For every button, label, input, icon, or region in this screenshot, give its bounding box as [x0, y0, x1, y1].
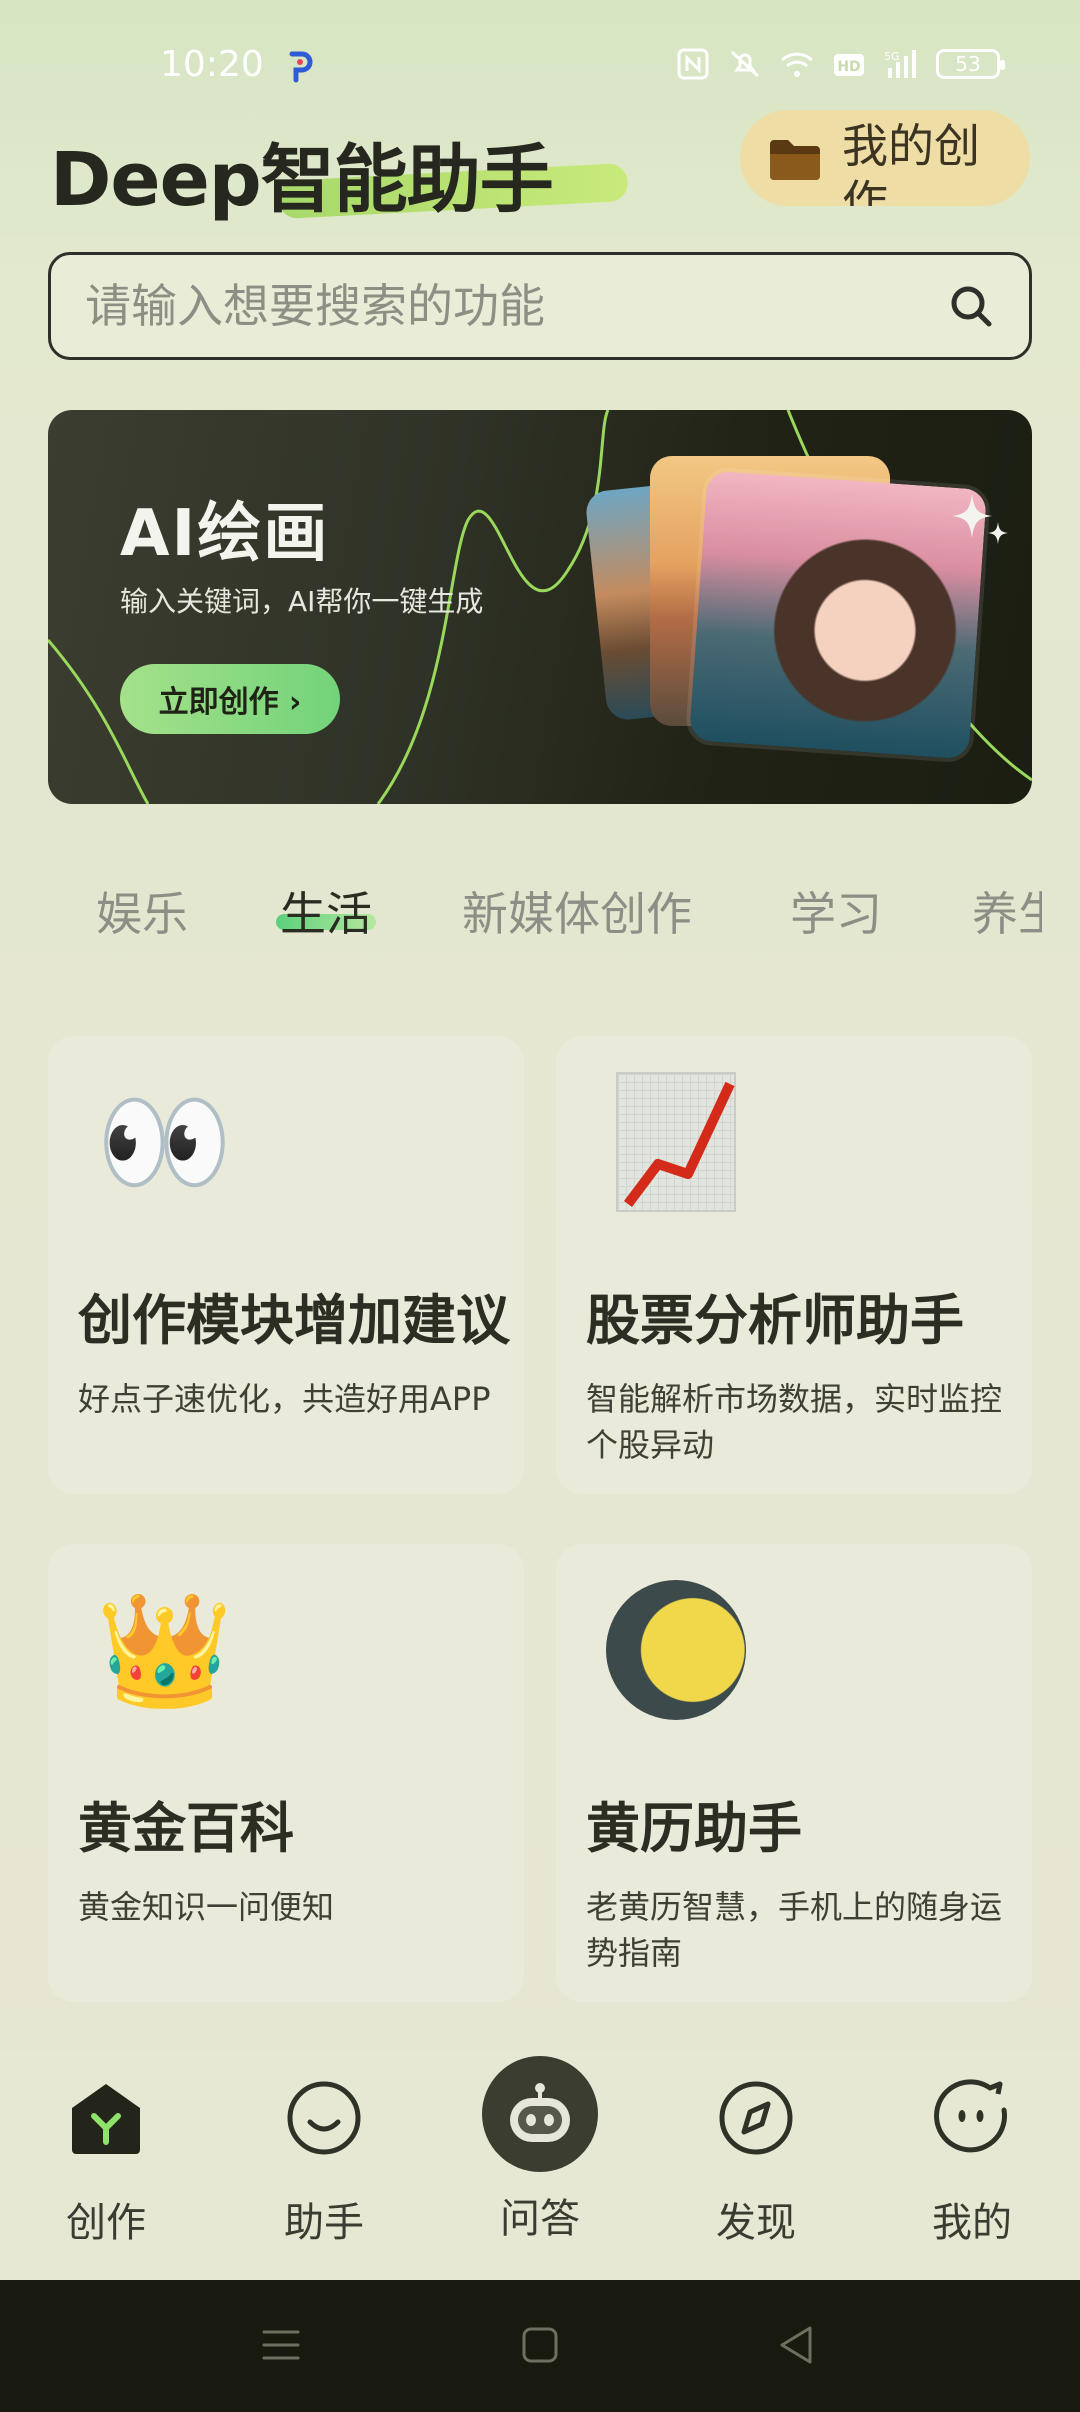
card-title: 股票分析师助手 [586, 1289, 964, 1352]
app-logo: Deep智能助手 [50, 120, 629, 223]
home-icon[interactable] [515, 2320, 565, 2370]
status-time: 10:20 [160, 44, 264, 85]
card-title: 黄金百科 [78, 1797, 294, 1860]
nav-label: 我的 [932, 2200, 1012, 2246]
compass-icon [719, 2081, 793, 2155]
search-input[interactable] [85, 279, 947, 333]
tab-life[interactable]: 生活 [280, 878, 372, 944]
robot-icon[interactable] [482, 2056, 598, 2172]
tab-health[interactable]: 养生 [972, 878, 1042, 944]
nav-mine[interactable]: 我的 [902, 2078, 1042, 2248]
smile-icon [287, 2081, 361, 2155]
signal-5g-icon: 5G [884, 50, 916, 78]
nav-label: 问答 [500, 2196, 580, 2242]
feature-card-suggestions[interactable]: 👀 创作模块增加建议 好点子速优化，共造好用APP [48, 1036, 524, 1494]
card-description: 老黄历智慧，手机上的随身运势指南 [586, 1888, 1003, 1972]
svg-text:5G: 5G [884, 50, 900, 63]
my-creations-label: 我的创作 [842, 119, 980, 206]
banner-image-portrait [688, 470, 988, 760]
app-logo-text: Deep智能助手 [50, 137, 554, 223]
banner-title: AI绘画 [120, 497, 330, 571]
system-navigation-bar [0, 2280, 1080, 2412]
menu-icon[interactable] [256, 2320, 306, 2370]
tab-new-media[interactable]: 新媒体创作 [462, 878, 692, 944]
feature-card-gold-wiki[interactable]: 👑 黄金百科 黄金知识一问便知 [48, 1544, 524, 2002]
card-description: 智能解析市场数据，实时监控个股异动 [586, 1380, 1003, 1464]
profile-face-icon [934, 2079, 1007, 2153]
folder-icon [770, 140, 820, 180]
battery-icon: 53 [936, 49, 1005, 79]
mute-icon [730, 50, 760, 78]
back-icon[interactable] [772, 2320, 822, 2370]
feature-card-stock-analyst[interactable]: 股票分析师助手 智能解析市场数据，实时监控个股异动 [556, 1036, 1032, 1494]
banner-subtitle: 输入关键词，AI帮你一键生成 [120, 585, 484, 618]
feature-card-almanac[interactable]: 黄历助手 老黄历智慧，手机上的随身运势指南 [556, 1544, 1032, 2002]
tab-entertainment[interactable]: 娱乐 [96, 878, 188, 944]
card-description: 黄金知识一问便知 [78, 1888, 335, 1926]
hd-icon: HD [834, 54, 864, 76]
wifi-icon [780, 52, 814, 77]
nfc-icon [677, 48, 709, 80]
ai-painting-banner[interactable]: AI绘画 输入关键词，AI帮你一键生成 立即创作 › [48, 410, 1032, 804]
app-notification-icon [289, 51, 313, 83]
nav-assistant[interactable]: 助手 [254, 2078, 394, 2248]
search-bar[interactable] [48, 252, 1032, 360]
category-tabs: 娱乐 生活 新媒体创作 学习 养生 [0, 858, 1080, 968]
create-icon [72, 2084, 140, 2154]
tab-study[interactable]: 学习 [790, 878, 882, 944]
nav-label: 助手 [284, 2200, 364, 2246]
my-creations-button[interactable]: 我的创作 [740, 110, 1030, 206]
card-description: 好点子速优化，共造好用APP [78, 1380, 491, 1418]
moon-icon [606, 1580, 746, 1720]
app-header: Deep智能助手 我的创作 [0, 110, 1080, 223]
bottom-navigation: 创作 助手 问答 发现 我的 [0, 2050, 1080, 2280]
chart-increasing-icon [616, 1072, 736, 1212]
card-title: 创作模块增加建议 [78, 1289, 510, 1352]
card-title: 黄历助手 [586, 1797, 802, 1860]
eyes-icon: 👀 [96, 1078, 233, 1206]
svg-text:HD: HD [837, 59, 860, 75]
nav-label: 创作 [66, 2200, 146, 2246]
nav-label: 发现 [716, 2200, 796, 2246]
crown-icon: 👑 [96, 1586, 233, 1714]
sparkle-icon [952, 494, 1008, 544]
search-icon[interactable] [947, 282, 995, 330]
nav-discover[interactable]: 发现 [686, 2078, 826, 2248]
create-now-button[interactable]: 立即创作 › [120, 664, 340, 734]
nav-create[interactable]: 创作 [36, 2078, 176, 2248]
